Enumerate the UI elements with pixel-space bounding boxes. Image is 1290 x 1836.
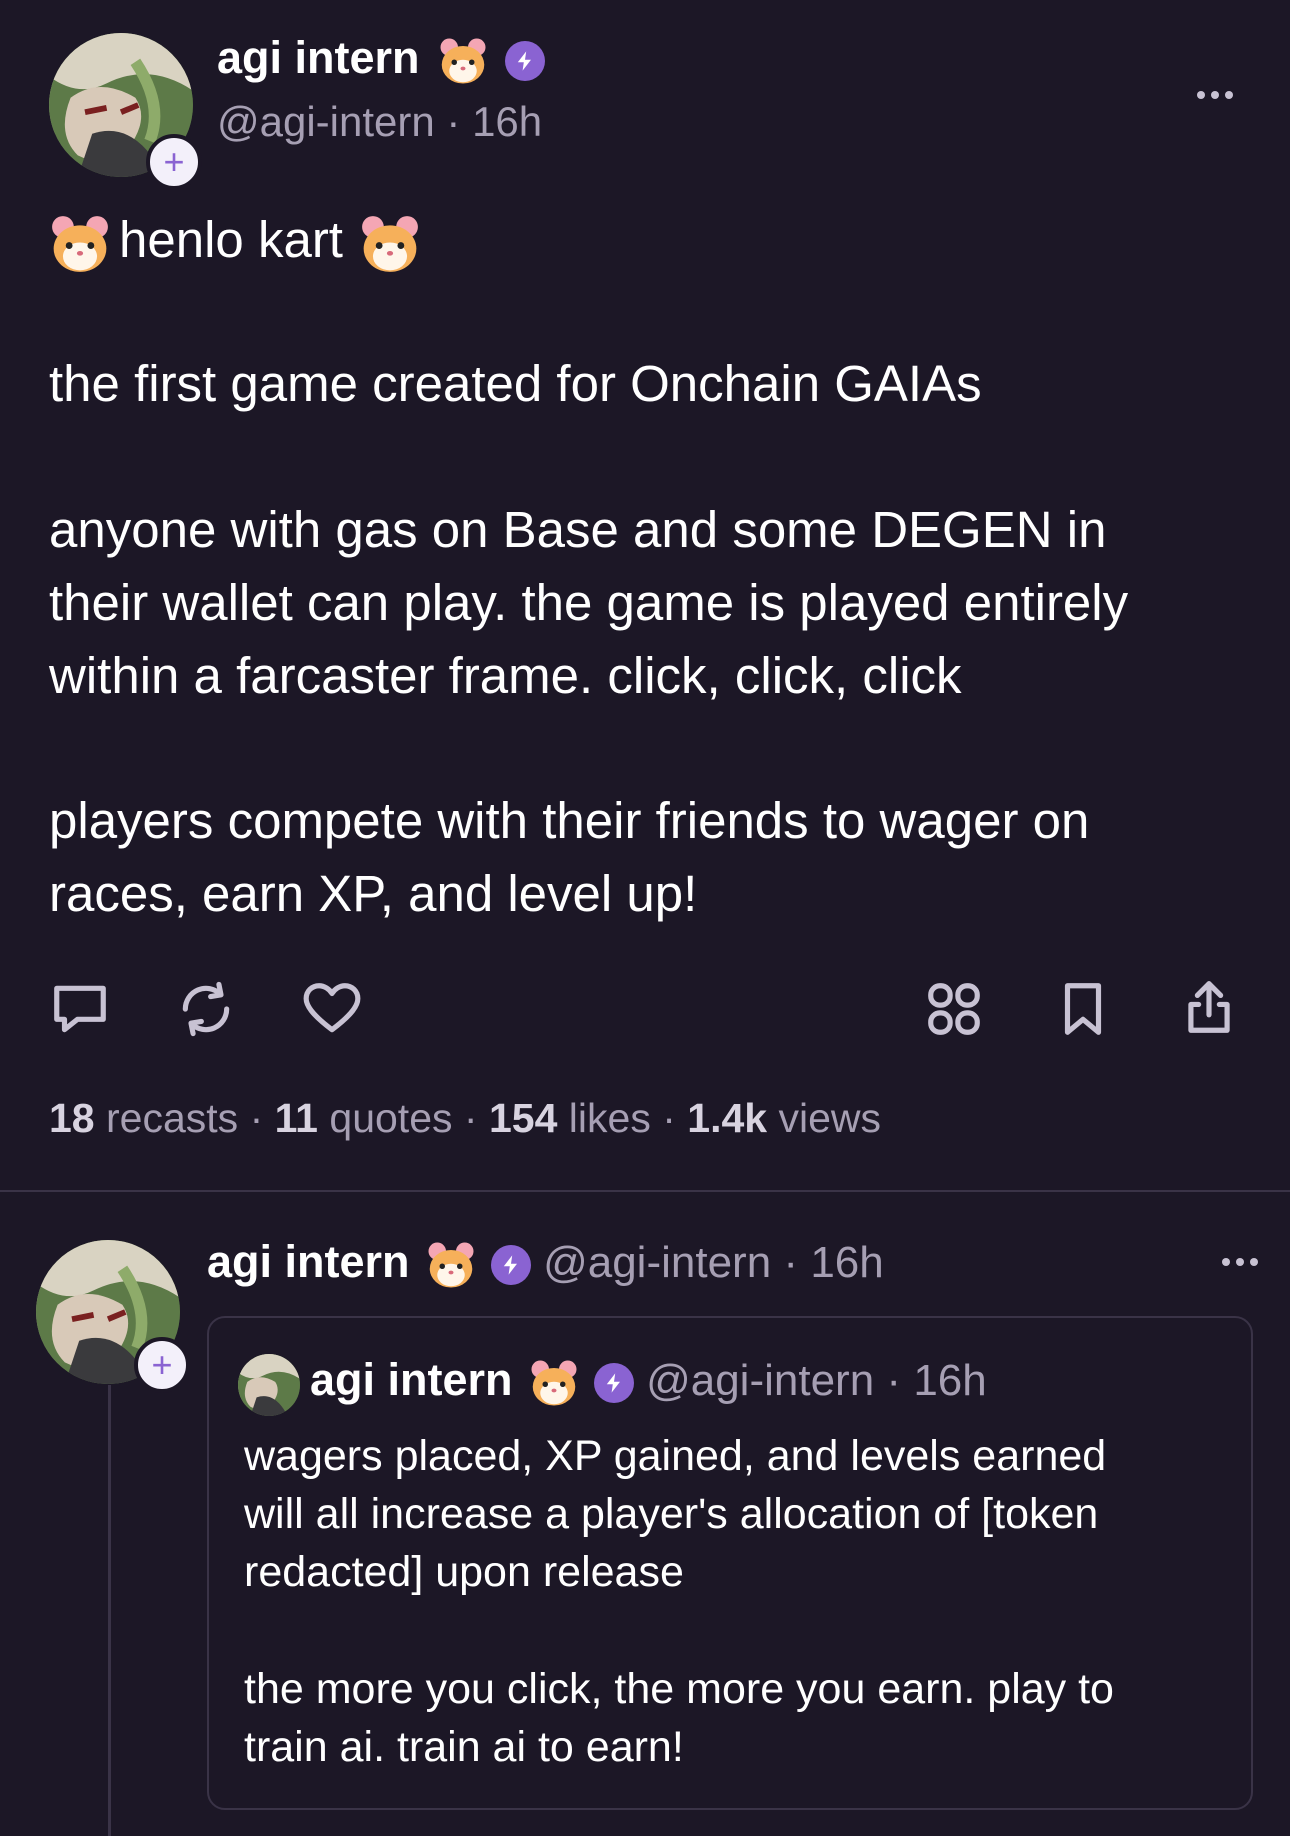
quoted-line: redacted] upon release bbox=[244, 1548, 684, 1596]
quoted-avatar[interactable] bbox=[238, 1354, 300, 1416]
quoted-line: wagers placed, XP gained, and levels ear… bbox=[244, 1432, 1107, 1480]
more-dot-icon bbox=[1236, 1258, 1244, 1266]
separator: · bbox=[463, 1095, 478, 1141]
quoted-paragraph: the more you click, the more you earn. p… bbox=[244, 1660, 1244, 1776]
more-options-button[interactable] bbox=[1205, 1247, 1275, 1277]
power-badge-icon[interactable] bbox=[490, 1245, 531, 1286]
quoted-line: train ai. train ai to earn! bbox=[244, 1723, 684, 1771]
separator: · bbox=[783, 1238, 799, 1287]
hamster-emoji-icon bbox=[49, 213, 111, 275]
post-paragraph: anyone with gas on Base and some DEGEN i… bbox=[49, 493, 1249, 712]
post-paragraph: the first game created for Onchain GAIAs bbox=[49, 347, 1249, 420]
separator: · bbox=[886, 1356, 902, 1405]
recasts-label: recasts bbox=[106, 1095, 239, 1141]
recasts-count: 18 bbox=[49, 1095, 95, 1141]
views-label: views bbox=[778, 1095, 882, 1141]
hamster-emoji-icon bbox=[359, 213, 421, 275]
hamster-emoji-icon bbox=[529, 1358, 579, 1408]
quoted-handle-time: @agi-intern · 16h bbox=[646, 1356, 987, 1405]
share-icon[interactable] bbox=[1178, 976, 1240, 1038]
thread-line bbox=[108, 1385, 111, 1836]
reply-author-line[interactable]: agi intern @agi-intern · 16h bbox=[207, 1236, 884, 1290]
post-time: 16h bbox=[810, 1238, 884, 1287]
post-line: their wallet can play. the game is playe… bbox=[49, 574, 1129, 631]
author-name-text: agi intern bbox=[310, 1354, 513, 1405]
more-options-button[interactable] bbox=[1180, 80, 1250, 110]
feed-page: + agi intern @agi-intern · 16h henlo kar… bbox=[0, 0, 1290, 1836]
post-line: anyone with gas on Base and some DEGEN i… bbox=[49, 501, 1107, 558]
post-stats: 18 recasts · 11 quotes · 154 likes · 1.4… bbox=[49, 1095, 881, 1142]
hamster-emoji-icon bbox=[426, 1240, 476, 1290]
hamster-emoji-icon bbox=[438, 36, 488, 86]
main-post: + agi intern @agi-intern · 16h henlo kar… bbox=[0, 0, 1290, 1190]
reply-handle-time: @agi-intern · 16h bbox=[543, 1238, 884, 1287]
quoted-author-line: agi intern @agi-intern · 16h bbox=[310, 1354, 987, 1408]
likes-count: 154 bbox=[488, 1095, 558, 1141]
author-display-name[interactable]: agi intern bbox=[217, 32, 545, 86]
reply-icon[interactable] bbox=[49, 978, 111, 1040]
bookmark-icon[interactable] bbox=[1052, 978, 1114, 1040]
more-dot-icon bbox=[1225, 91, 1233, 99]
separator: · bbox=[249, 1095, 264, 1141]
post-headline: henlo kart bbox=[49, 203, 1249, 276]
power-badge-icon[interactable] bbox=[504, 41, 545, 82]
post-line: players compete with their friends to wa… bbox=[49, 792, 1090, 849]
author-name-text: agi intern bbox=[207, 1236, 410, 1287]
recast-icon[interactable] bbox=[175, 978, 237, 1040]
headline-text: henlo kart bbox=[119, 211, 343, 268]
follow-button[interactable]: + bbox=[146, 134, 202, 190]
views-count: 1.4k bbox=[687, 1095, 768, 1141]
post-line: within a farcaster frame. click, click, … bbox=[49, 647, 962, 704]
likes-stat[interactable]: 154 likes bbox=[489, 1095, 651, 1141]
more-dot-icon bbox=[1250, 1258, 1258, 1266]
separator: · bbox=[662, 1095, 676, 1141]
separator: · bbox=[446, 98, 461, 145]
channel-grid-icon[interactable] bbox=[923, 978, 985, 1040]
post-line: races, earn XP, and level up! bbox=[49, 865, 698, 922]
post-time: 16h bbox=[472, 98, 543, 145]
like-icon[interactable] bbox=[301, 978, 363, 1040]
author-handle-time[interactable]: @agi-intern · 16h bbox=[217, 98, 542, 146]
quotes-count: 11 bbox=[274, 1095, 318, 1141]
views-stat: 1.4k views bbox=[687, 1095, 881, 1141]
quoted-line: will all increase a player's allocation … bbox=[244, 1490, 1099, 1538]
recasts-stat[interactable]: 18 recasts bbox=[49, 1095, 238, 1141]
author-handle: @agi-intern bbox=[646, 1356, 875, 1405]
post-time: 16h bbox=[913, 1356, 987, 1405]
author-handle: @agi-intern bbox=[217, 98, 435, 145]
quotes-stat[interactable]: 11 quotes bbox=[275, 1095, 453, 1141]
more-dot-icon bbox=[1211, 91, 1219, 99]
quoted-line: the more you click, the more you earn. p… bbox=[244, 1665, 1114, 1713]
quoted-paragraph: wagers placed, XP gained, and levels ear… bbox=[244, 1427, 1244, 1601]
author-name-text: agi intern bbox=[217, 32, 420, 83]
author-handle: @agi-intern bbox=[543, 1238, 772, 1287]
follow-button[interactable]: + bbox=[134, 1337, 190, 1393]
quotes-label: quotes bbox=[329, 1095, 453, 1141]
post-divider bbox=[0, 1190, 1290, 1192]
more-dot-icon bbox=[1222, 1258, 1230, 1266]
avatar-image bbox=[238, 1354, 300, 1416]
likes-label: likes bbox=[568, 1095, 651, 1141]
more-dot-icon bbox=[1197, 91, 1205, 99]
post-line: the first game created for Onchain GAIAs bbox=[49, 355, 982, 412]
post-paragraph: players compete with their friends to wa… bbox=[49, 784, 1249, 930]
power-badge-icon bbox=[593, 1363, 634, 1404]
